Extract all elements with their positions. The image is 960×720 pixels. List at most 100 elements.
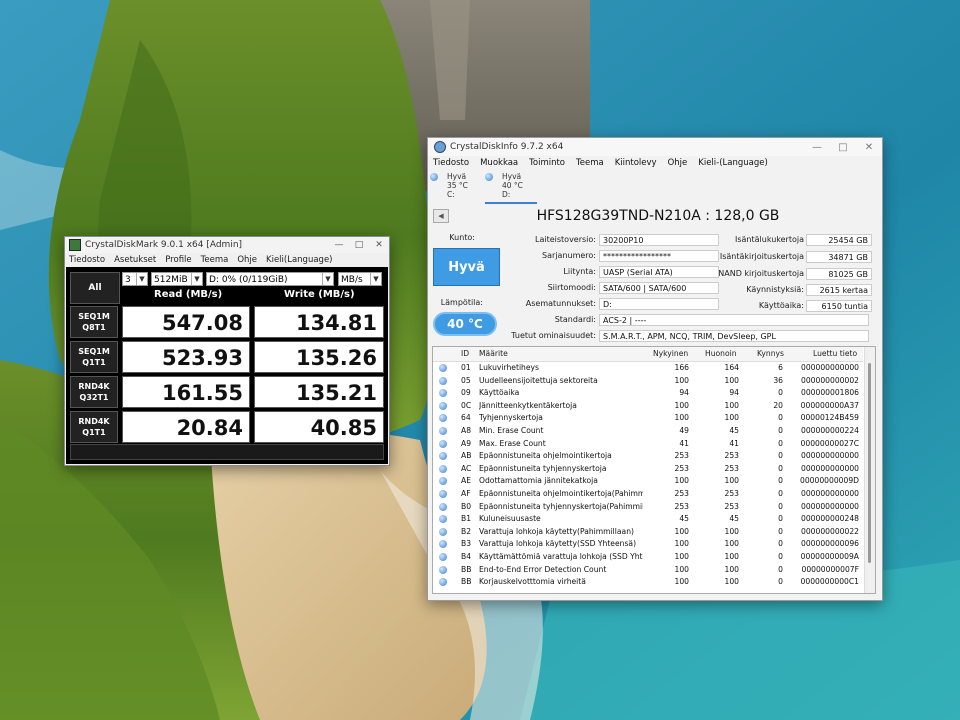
smart-row[interactable]: A8 Min. Erase Count 49 45 0 000000000224 xyxy=(433,425,863,438)
menu-item-asetukset[interactable]: Asetukset xyxy=(114,255,156,265)
smart-current: 166 xyxy=(674,363,690,372)
maximize-icon[interactable]: □ xyxy=(830,142,856,153)
smart-row[interactable]: AB Epäonnistuneita ohjelmointikertoja 253 2… xyxy=(433,450,863,463)
menu-item-ohje[interactable]: Ohje xyxy=(237,255,257,265)
smart-id: B3 xyxy=(461,539,472,549)
read-header: Read (MB/s) xyxy=(154,289,223,300)
test-label-line1: SEQ1M xyxy=(78,312,110,321)
menu-item-kiintolevy[interactable]: Kiintolevy xyxy=(615,158,657,168)
menu-item-teema[interactable]: Teema xyxy=(201,255,229,265)
unit-select[interactable]: MB/s ▼ xyxy=(338,272,382,286)
col-threshold[interactable]: Kynnys xyxy=(757,349,784,358)
menu-item-tiedosto[interactable]: Tiedosto xyxy=(69,255,105,265)
smart-row[interactable]: A9 Max. Erase Count 41 41 0 00000000027C xyxy=(433,438,863,451)
smart-threshold: 0 xyxy=(778,463,783,473)
test-button-rnd4k-q1t1[interactable]: RND4K Q1T1 xyxy=(70,411,118,443)
smart-attribute: Kuluneisuusaste xyxy=(479,514,541,524)
scrollbar-thumb[interactable] xyxy=(868,363,871,563)
smart-current: 41 xyxy=(679,438,689,448)
smart-worst: 253 xyxy=(724,489,740,498)
smart-id: 0C xyxy=(461,400,472,410)
smart-attributes-table[interactable]: ID Määrite Nykyinen Huonoin Kynnys Luett… xyxy=(432,346,876,594)
write-result: 135.26 xyxy=(254,341,384,373)
previous-drive-button[interactable]: ◀ xyxy=(433,209,449,223)
drive-select[interactable]: D: 0% (0/119GiB) ▼ xyxy=(206,272,334,286)
smart-attribute: Jännitteenkytkentäkertoja xyxy=(479,400,577,410)
drive-status: Hyvä xyxy=(447,172,467,181)
menu-item-language[interactable]: Kieli(Language) xyxy=(266,255,332,265)
col-attribute[interactable]: Määrite xyxy=(479,349,508,358)
smart-threshold: 0 xyxy=(778,451,783,461)
smart-row[interactable]: 0C Jännitteenkytkentäkertoja 100 100 20 00000… xyxy=(433,400,863,413)
menu-item-profile[interactable]: Profile xyxy=(165,255,191,265)
col-id[interactable]: ID xyxy=(461,349,469,358)
smart-row[interactable]: AC Epäonnistuneita tyhjennyskertoja 253 253… xyxy=(433,463,863,476)
smart-current: 100 xyxy=(674,400,690,410)
drive-model: HFS128G39TND-N210A : 128,0 GB xyxy=(536,208,780,224)
smart-row[interactable]: B1 Kuluneisuusaste 45 45 0 000000000248 xyxy=(433,513,863,526)
minimize-icon[interactable]: — xyxy=(329,240,349,250)
power-on-count-value: 2615 kertaa xyxy=(806,284,872,296)
test-button-rnd4k-q32t1[interactable]: RND4K Q32T1 xyxy=(70,376,118,408)
menu-item-muokkaa[interactable]: Muokkaa xyxy=(480,158,518,168)
smart-raw: 00000000009A xyxy=(800,552,859,561)
drive-tab-d[interactable]: Hyvä 40 °C D: xyxy=(485,172,537,204)
menu-item-teema[interactable]: Teema xyxy=(576,158,604,168)
test-label-line2: Q1T1 xyxy=(82,428,106,437)
crystaldiskmark-window[interactable]: CrystalDiskMark 9.0.1 x64 [Admin] — □ ✕ … xyxy=(64,236,390,466)
smart-row[interactable]: AE Odottamattomia jännitekatkoja 100 100 0 00… xyxy=(433,475,863,488)
smart-row[interactable]: AF Epäonnistuneita ohjelmointikertoja(Pah… xyxy=(433,488,863,501)
close-icon[interactable]: ✕ xyxy=(369,240,389,250)
status-dot-icon xyxy=(439,389,447,398)
close-icon[interactable]: ✕ xyxy=(856,142,882,153)
chevron-down-icon: ▼ xyxy=(191,273,202,285)
count-select[interactable]: 3 ▼ xyxy=(122,272,148,286)
smart-worst: 164 xyxy=(724,363,740,372)
features-label: Tuetut ominaisuudet: xyxy=(511,331,596,340)
col-worst[interactable]: Huonoin xyxy=(705,349,737,358)
status-dot-icon xyxy=(439,427,447,435)
smart-threshold: 0 xyxy=(778,514,783,524)
smart-attribute: Käyttöaika xyxy=(479,388,520,398)
smart-row[interactable]: B3 Varattuja lohkoja käytetty(SSD Yhteens… xyxy=(433,538,863,551)
smart-raw: 000000000022 xyxy=(801,526,859,536)
interface-label: Liitynta: xyxy=(563,267,596,276)
smart-row[interactable]: 01 Lukuvirhetiheys 166 164 6 000000000000 xyxy=(433,362,863,375)
cdm-comment-field[interactable] xyxy=(70,444,384,460)
menu-item-tiedosto[interactable]: Tiedosto xyxy=(433,158,469,168)
serial-label: Sarjanumero: xyxy=(542,251,596,260)
test-button-seq1m-q8t1[interactable]: SEQ1M Q8T1 xyxy=(70,306,118,338)
smart-id: B1 xyxy=(461,514,472,524)
status-dot-icon xyxy=(439,553,447,561)
smart-threshold: 20 xyxy=(773,400,783,410)
smart-row[interactable]: BB End-to-End Error Detection Count 100 100… xyxy=(433,564,863,577)
cdm-titlebar[interactable]: CrystalDiskMark 9.0.1 x64 [Admin] — □ ✕ xyxy=(65,237,389,253)
maximize-icon[interactable]: □ xyxy=(349,240,369,250)
menu-item-language[interactable]: Kieli-(Language) xyxy=(698,158,768,168)
smart-row[interactable]: B2 Varattuja lohkoja käytetty(Pahimmillaa… xyxy=(433,526,863,539)
smart-row[interactable]: B0 Epäonnistuneita tyhjennyskertoja(Pahim… xyxy=(433,501,863,514)
drive-tab-c[interactable]: Hyvä 35 °C C: xyxy=(430,172,482,202)
features-value: S.M.A.R.T., APM, NCQ, TRIM, DevSleep, GP… xyxy=(599,330,869,342)
smart-scrollbar[interactable] xyxy=(864,347,875,593)
menu-item-toiminto[interactable]: Toiminto xyxy=(529,158,565,168)
smart-row[interactable]: B4 Käyttämättömiä varattuja lohkoja (SSD … xyxy=(433,551,863,564)
crystaldiskinfo-window[interactable]: CrystalDiskInfo 9.7.2 x64 — □ ✕ Tiedosto… xyxy=(427,137,883,601)
size-select[interactable]: 512MiB ▼ xyxy=(151,272,203,286)
cdi-titlebar[interactable]: CrystalDiskInfo 9.7.2 x64 — □ ✕ xyxy=(428,138,882,156)
col-current[interactable]: Nykyinen xyxy=(653,349,688,358)
test-label-line1: RND4K xyxy=(78,382,110,391)
minimize-icon[interactable]: — xyxy=(804,142,830,153)
health-status-button[interactable]: Hyvä xyxy=(433,248,500,286)
smart-row[interactable]: 05 Uudelleensijoitettuja sektoreita 100 100… xyxy=(433,375,863,388)
smart-threshold: 0 xyxy=(778,526,783,536)
col-raw[interactable]: Luettu tieto xyxy=(813,349,857,358)
status-dot-icon xyxy=(439,401,447,410)
test-button-seq1m-q1t1[interactable]: SEQ1M Q1T1 xyxy=(70,341,118,373)
smart-row[interactable]: 64 Tyhjennyskertoja 100 100 0 00000124B459 xyxy=(433,412,863,425)
smart-row[interactable]: BB Korjauskelvotttomia virheitä 100 100 0 000… xyxy=(433,576,863,589)
menu-item-ohje[interactable]: Ohje xyxy=(668,158,688,168)
all-button[interactable]: All xyxy=(70,272,120,304)
test-label-line2: Q1T1 xyxy=(82,358,106,367)
smart-row[interactable]: 09 Käyttöaika 94 94 0 000000001806 xyxy=(433,387,863,400)
